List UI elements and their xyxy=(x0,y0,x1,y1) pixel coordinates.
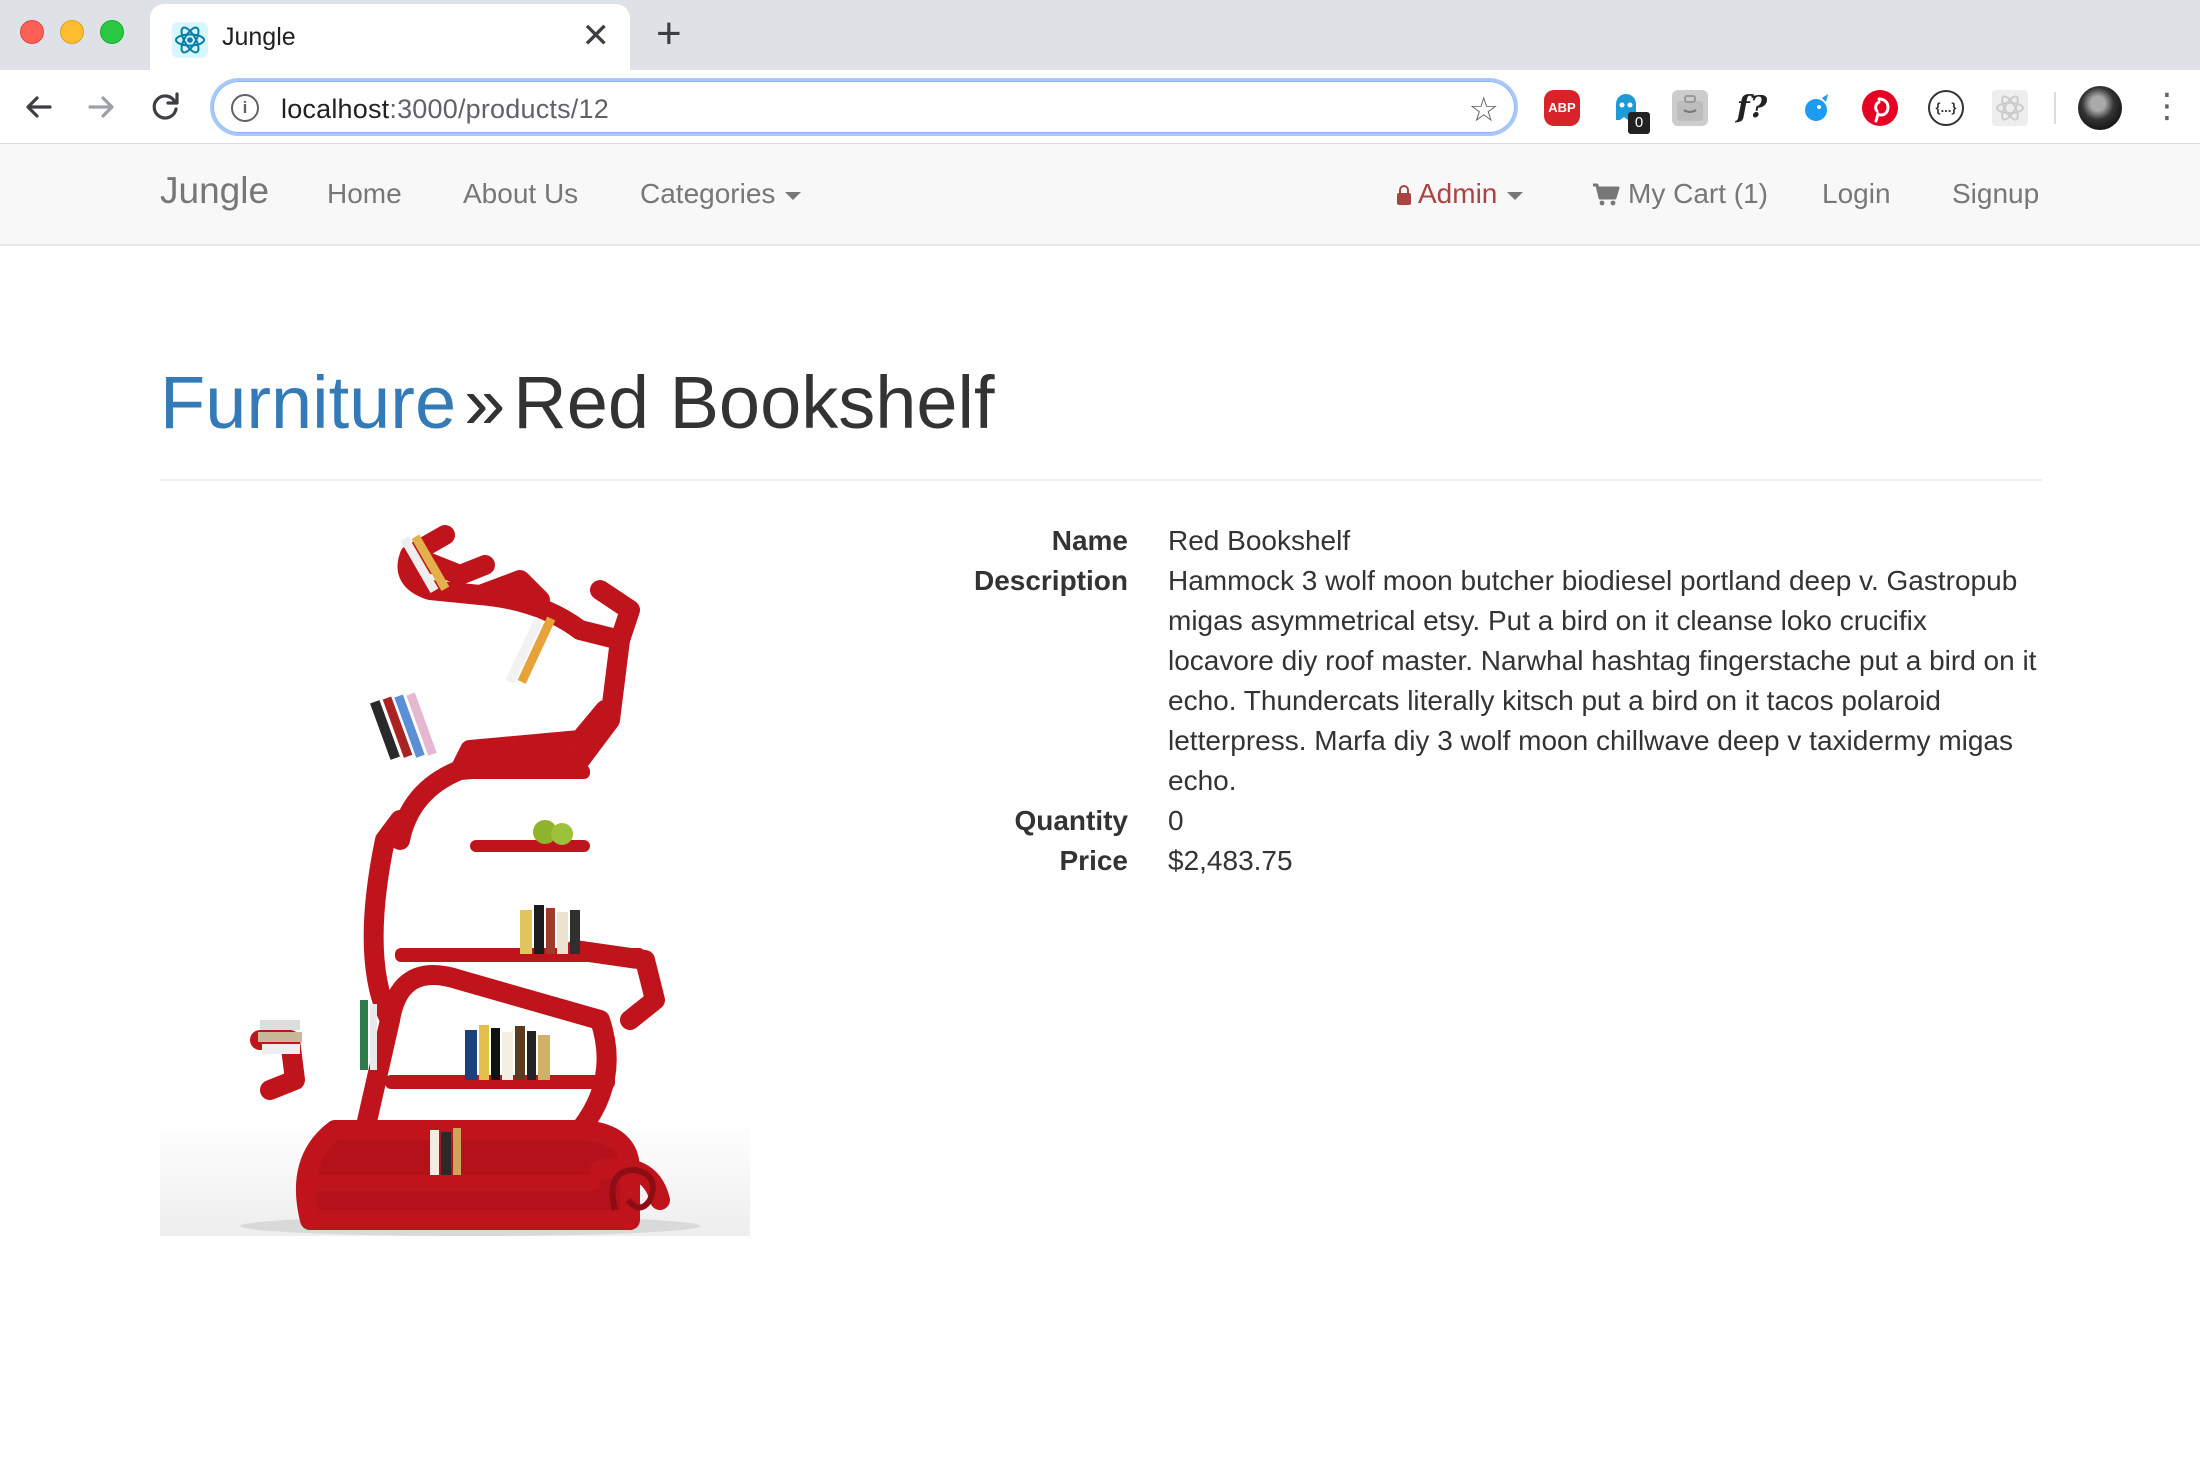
profile-avatar[interactable] xyxy=(2078,86,2122,130)
nav-cart-link[interactable]: My Cart (1) xyxy=(1592,178,1768,210)
name-value: Red Bookshelf xyxy=(1168,525,1351,556)
json-viewer-extension-icon[interactable]: {...} xyxy=(1928,90,1964,126)
nav-categories-dropdown[interactable]: Categories xyxy=(640,178,802,210)
breadcrumb-separator: » xyxy=(464,361,506,444)
nav-about-link[interactable]: About Us xyxy=(463,178,578,210)
back-arrow-icon[interactable] xyxy=(18,86,60,128)
nav-home-link[interactable]: Home xyxy=(327,178,402,210)
bird-extension-icon[interactable] xyxy=(1798,90,1834,126)
briefcase-extension-icon[interactable] xyxy=(1672,90,1708,126)
category-breadcrumb-link[interactable]: Furniture xyxy=(160,361,456,444)
ghostery-count-badge: 0 xyxy=(1628,112,1650,134)
browser-toolbar: i localhost:3000/products/12 ☆ ABP 0 f? … xyxy=(0,70,2200,144)
product-details: Name Red Bookshelf Description Hammock 3… xyxy=(900,521,2060,881)
address-bar[interactable]: i localhost:3000/products/12 ☆ xyxy=(210,78,1518,136)
url-path: :3000/products/12 xyxy=(389,94,609,124)
name-label: Name xyxy=(1051,525,1128,556)
tab-title: Jungle xyxy=(222,23,296,51)
nav-login-link[interactable]: Login xyxy=(1822,178,1891,210)
product-title: Red Bookshelf xyxy=(513,361,995,444)
url-text[interactable]: localhost:3000/products/12 xyxy=(281,94,609,125)
new-tab-icon[interactable]: + xyxy=(656,12,682,56)
adblock-extension-icon[interactable]: ABP xyxy=(1544,90,1580,126)
browser-tab[interactable]: Jungle ✕ xyxy=(150,4,630,70)
react-favicon-icon xyxy=(172,22,208,58)
shopping-cart-icon xyxy=(1592,179,1620,210)
nav-admin-dropdown[interactable]: Admin xyxy=(1396,178,1524,210)
reload-icon[interactable] xyxy=(144,86,186,128)
admin-label: Admin xyxy=(1418,178,1498,209)
price-value: $2,483.75 xyxy=(1168,845,1293,876)
detail-row-name: Name Red Bookshelf xyxy=(900,521,2060,561)
window-zoom-button[interactable] xyxy=(100,20,124,44)
product-image xyxy=(160,525,750,1236)
site-info-icon[interactable]: i xyxy=(231,94,259,122)
close-tab-icon[interactable]: ✕ xyxy=(582,18,611,54)
lock-icon xyxy=(1396,185,1412,205)
browser-tab-bar: Jungle ✕ + xyxy=(0,0,2200,70)
toolbar-separator xyxy=(2054,92,2056,124)
bookmark-star-icon[interactable]: ☆ xyxy=(1469,90,1499,130)
whatfont-extension-icon[interactable]: f? xyxy=(1734,90,1770,126)
react-devtools-extension-icon[interactable] xyxy=(1992,90,2028,126)
caret-down-icon xyxy=(1507,191,1524,200)
forward-arrow-icon[interactable] xyxy=(80,86,122,128)
page-title: Furniture» Red Bookshelf xyxy=(160,360,995,445)
title-divider xyxy=(160,479,2042,481)
brand-link[interactable]: Jungle xyxy=(160,170,269,212)
description-value: Hammock 3 wolf moon butcher biodiesel po… xyxy=(1168,565,2037,796)
pinterest-extension-icon[interactable] xyxy=(1862,90,1898,126)
browser-menu-icon[interactable]: ⋮ xyxy=(2150,86,2184,126)
caret-down-icon xyxy=(785,191,802,200)
nav-signup-link[interactable]: Signup xyxy=(1952,178,2039,210)
categories-label: Categories xyxy=(640,178,776,209)
url-host: localhost xyxy=(281,94,390,124)
detail-row-quantity: Quantity 0 xyxy=(900,801,2060,841)
cart-label: My Cart (1) xyxy=(1628,178,1768,209)
quantity-label: Quantity xyxy=(1014,805,1128,836)
detail-row-description: Description Hammock 3 wolf moon butcher … xyxy=(900,561,2060,801)
quantity-value: 0 xyxy=(1168,805,1184,836)
description-label: Description xyxy=(973,565,1128,596)
price-label: Price xyxy=(1059,845,1129,876)
window-close-button[interactable] xyxy=(20,20,44,44)
detail-row-price: Price $2,483.75 xyxy=(900,841,2060,881)
window-minimize-button[interactable] xyxy=(60,20,84,44)
site-navbar: Jungle Home About Us Categories Admin My… xyxy=(0,144,2200,246)
